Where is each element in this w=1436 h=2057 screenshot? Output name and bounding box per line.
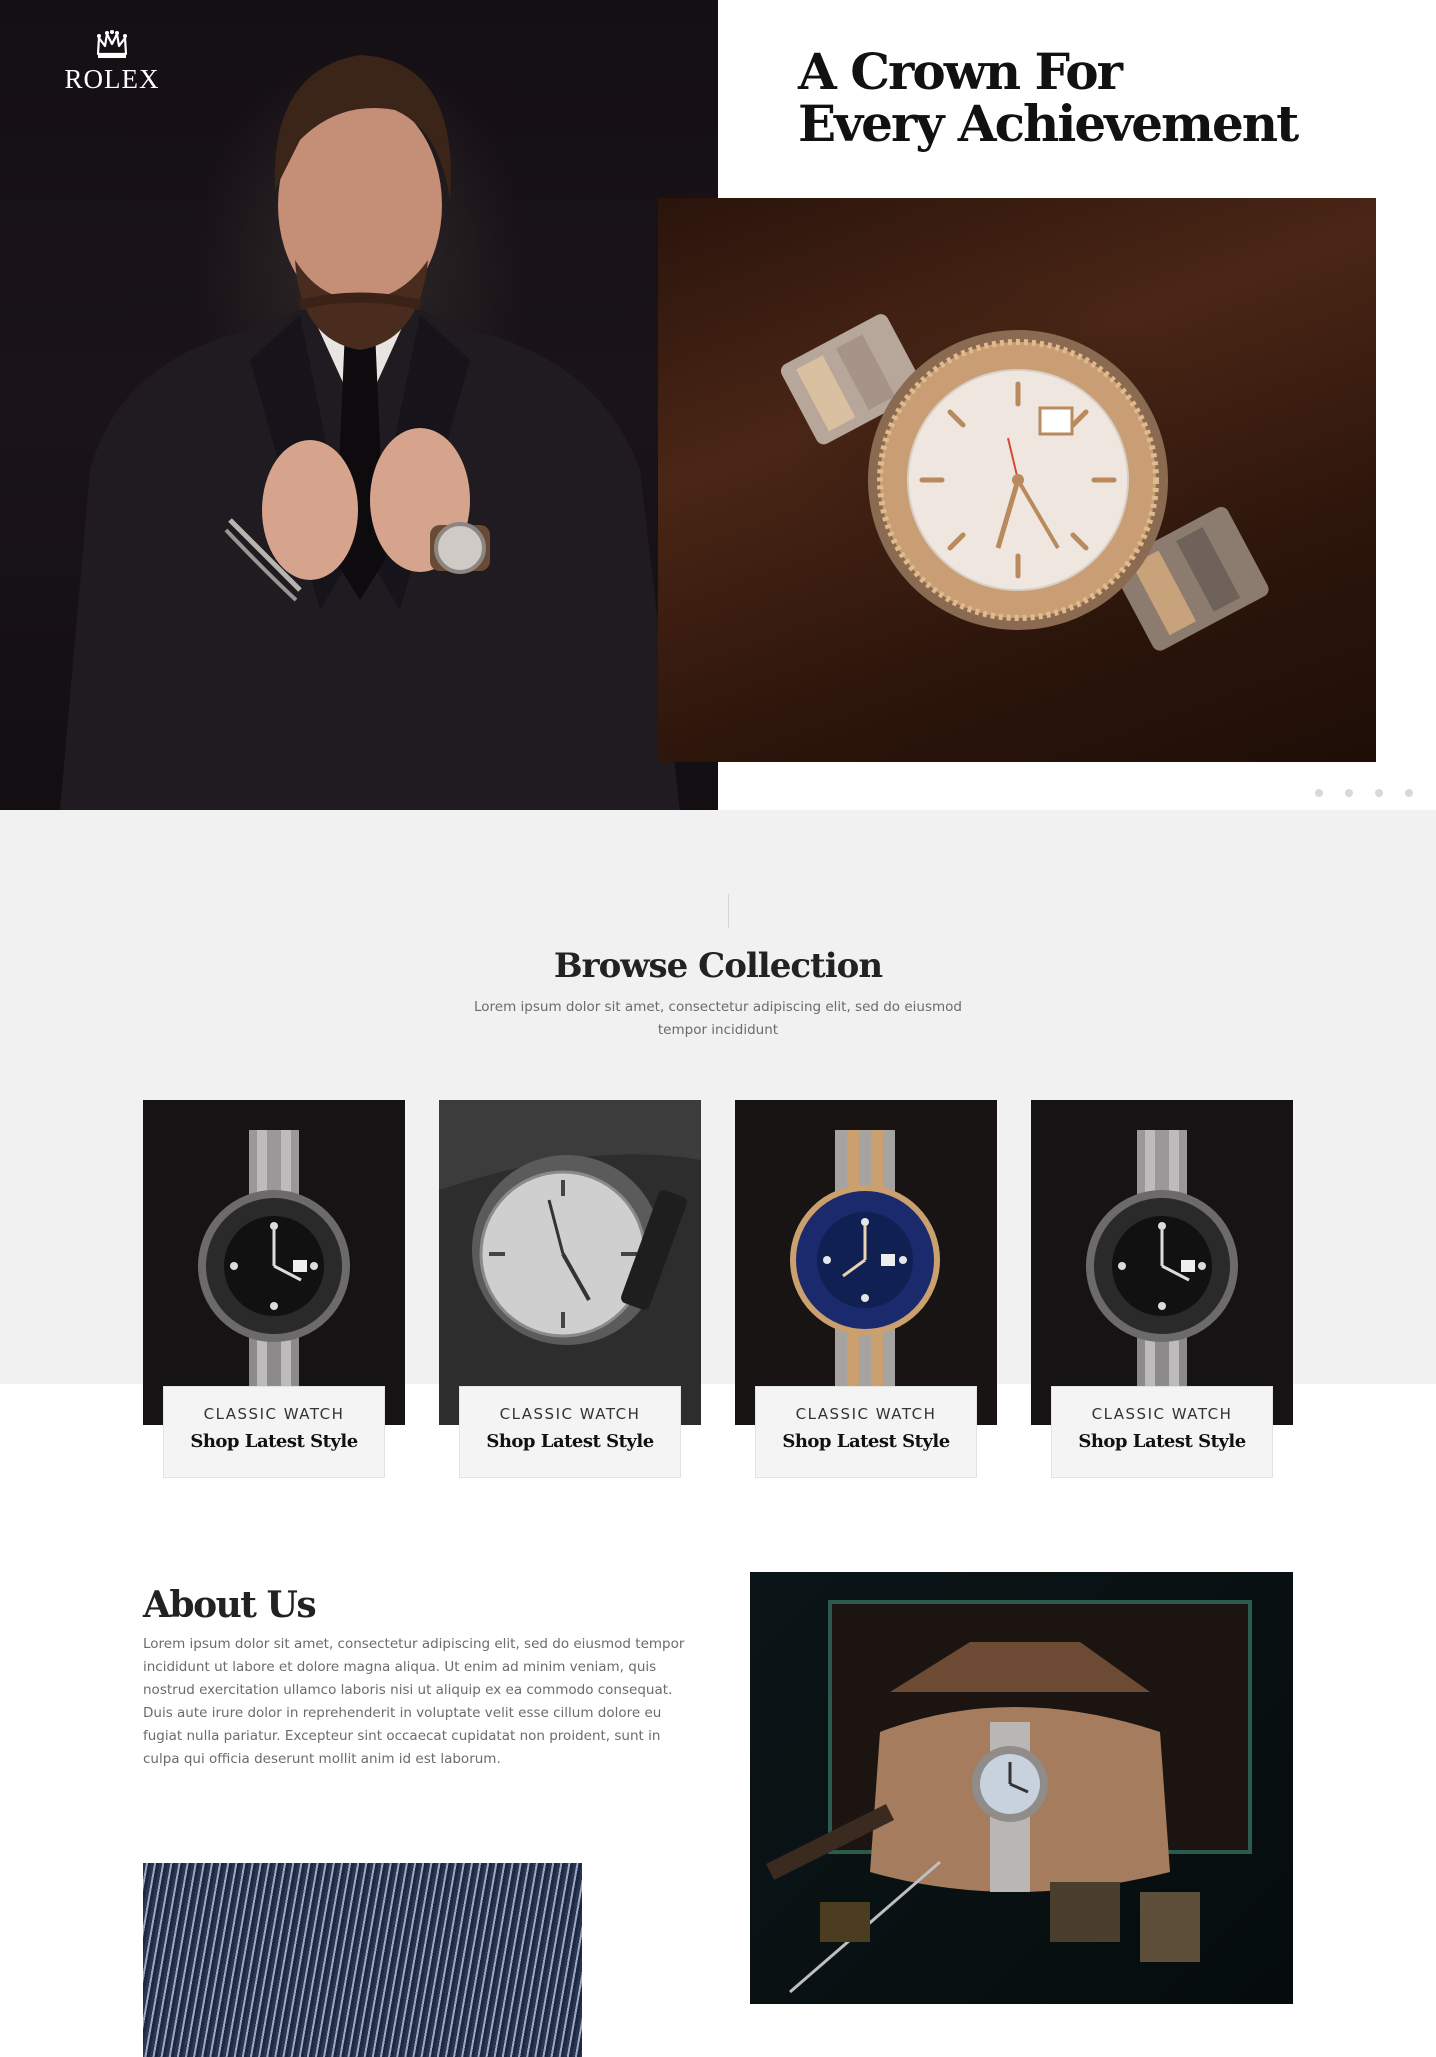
section-divider (728, 894, 729, 928)
product-image-black-watch[interactable] (1031, 1100, 1293, 1425)
product-card[interactable]: CLASSIC WATCH Shop Latest Style (735, 1100, 997, 1478)
shop-latest-style-link[interactable]: Shop Latest Style (460, 1431, 680, 1452)
hero-title: A Crown For Every Achievement (798, 46, 1358, 150)
collection-title: Browse Collection (553, 946, 883, 986)
product-card-label[interactable]: CLASSIC WATCH Shop Latest Style (163, 1386, 385, 1478)
about-title: About Us (143, 1584, 317, 1626)
product-card[interactable]: CLASSIC WATCH Shop Latest Style (439, 1100, 701, 1478)
product-category: CLASSIC WATCH (1091, 1405, 1233, 1423)
crown-icon (96, 30, 128, 58)
brand-logo[interactable]: ROLEX (56, 30, 168, 95)
hero-model-photo: ROLEX (0, 0, 718, 810)
collection-subtitle: Lorem ipsum dolor sit amet, consectetur … (473, 999, 962, 1038)
product-category: CLASSIC WATCH (795, 1405, 937, 1423)
hero-title-line-1: A Crown For (798, 42, 1123, 101)
product-image-silver-watch[interactable] (439, 1100, 701, 1425)
product-card[interactable]: CLASSIC WATCH Shop Latest Style (1031, 1100, 1293, 1478)
shop-latest-style-link[interactable]: Shop Latest Style (756, 1431, 976, 1452)
product-image-black-watch[interactable] (143, 1100, 405, 1425)
about-watch-photo (750, 1572, 1293, 2004)
about-body: Lorem ipsum dolor sit amet, consectetur … (143, 1636, 685, 1767)
hero-watch-photo (658, 198, 1376, 762)
shop-latest-style-link[interactable]: Shop Latest Style (164, 1431, 384, 1452)
product-category: CLASSIC WATCH (499, 1405, 641, 1423)
fabric-texture-photo (143, 1863, 582, 2057)
product-card-label[interactable]: CLASSIC WATCH Shop Latest Style (755, 1386, 977, 1478)
shop-latest-style-link[interactable]: Shop Latest Style (1052, 1431, 1272, 1452)
product-image-blue-watch[interactable] (735, 1100, 997, 1425)
gold-watch-illustration (780, 314, 1269, 651)
man-in-suit-illustration (60, 55, 680, 810)
product-card-label[interactable]: CLASSIC WATCH Shop Latest Style (1051, 1386, 1273, 1478)
brand-name: ROLEX (64, 64, 160, 94)
hero-title-line-2: Every Achievement (798, 94, 1299, 153)
product-category: CLASSIC WATCH (203, 1405, 345, 1423)
product-card-label[interactable]: CLASSIC WATCH Shop Latest Style (459, 1386, 681, 1478)
product-card[interactable]: CLASSIC WATCH Shop Latest Style (143, 1100, 405, 1478)
